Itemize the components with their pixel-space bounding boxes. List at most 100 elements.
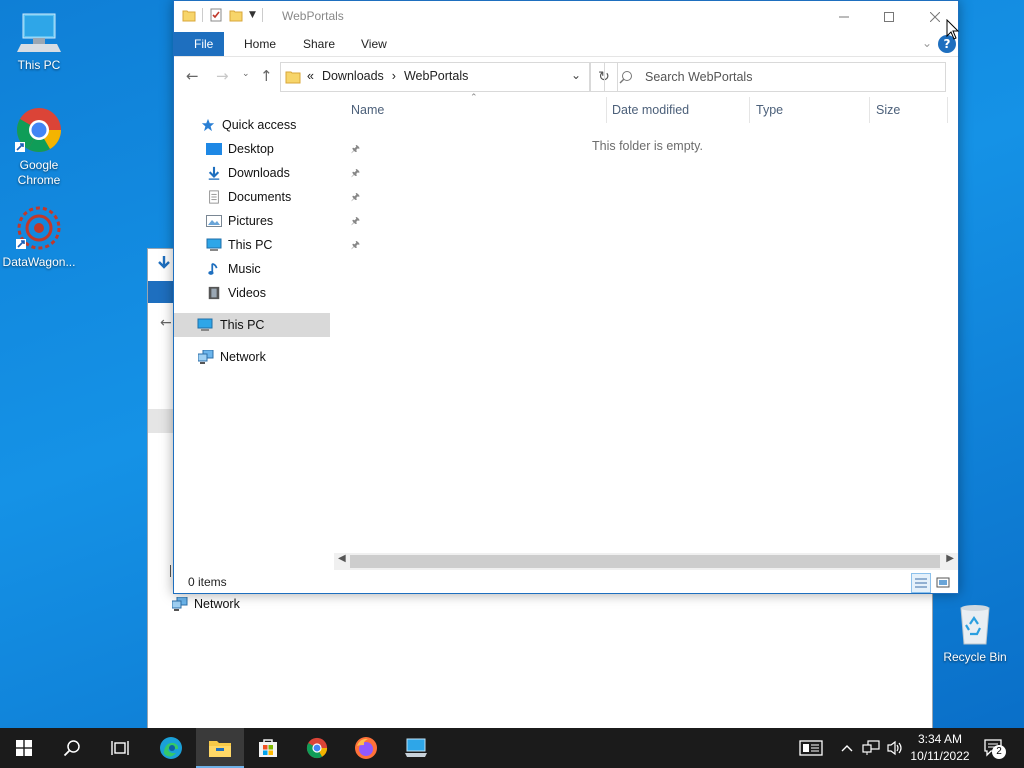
nav-this-pc-pinned[interactable]: This PC 🖈 — [174, 233, 362, 257]
task-view-button[interactable] — [96, 728, 144, 768]
nav-this-pc[interactable]: This PC — [174, 313, 330, 337]
scrollbar-thumb[interactable] — [350, 555, 940, 568]
store-icon — [259, 739, 277, 757]
tray-news-button[interactable] — [797, 728, 825, 768]
desktop-icon-label: Recycle Bin — [943, 650, 1007, 664]
taskbar-file-explorer[interactable] — [196, 728, 244, 768]
taskbar-app[interactable] — [392, 728, 440, 768]
title-bar[interactable]: ▼ WebPortals — [174, 1, 958, 32]
column-divider[interactable] — [606, 97, 607, 123]
sort-ascending-icon: ⌃ — [470, 93, 478, 103]
system-clock[interactable]: 3:34 AM 10/11/2022 — [906, 731, 974, 765]
chevron-up-icon — [841, 745, 853, 752]
volume-button[interactable] — [884, 728, 906, 768]
desktop-icon-recycle-bin[interactable]: Recycle Bin — [935, 602, 1015, 665]
toolbar-separator — [202, 8, 203, 22]
pin-icon[interactable]: 🖈 — [351, 214, 360, 231]
film-icon — [208, 286, 220, 300]
search-box[interactable]: Search WebPortals — [604, 62, 946, 92]
search-button[interactable] — [48, 728, 96, 768]
scroll-right-arrow-icon[interactable]: ▶ — [946, 553, 954, 564]
search-placeholder: Search WebPortals — [645, 70, 753, 84]
tab-home[interactable]: Home — [232, 32, 288, 56]
firefox-icon — [355, 737, 377, 759]
recent-locations-chevron-icon[interactable]: ⌄ — [242, 69, 250, 79]
breadcrumb-webportals[interactable]: WebPortals — [404, 69, 468, 83]
search-icon — [619, 71, 632, 84]
column-date-modified[interactable]: Date modified — [612, 103, 689, 117]
pictures-icon — [206, 215, 222, 227]
large-icons-view-icon — [936, 577, 950, 588]
navigation-pane[interactable]: Quick access Desktop 🖈 Downloads 🖈 Docum… — [174, 97, 360, 557]
scroll-left-arrow-icon[interactable]: ◀ — [338, 553, 346, 564]
tab-share[interactable]: Share — [291, 32, 347, 56]
toolbar-separator — [261, 8, 263, 22]
column-headers: ⌃ Name Date modified Type Size — [344, 93, 948, 125]
tab-view[interactable]: View — [349, 32, 399, 56]
file-explorer-icon — [209, 741, 231, 757]
address-bar[interactable]: « Downloads › WebPortals ⌄ — [280, 62, 590, 92]
wired-network-icon — [862, 740, 880, 755]
background-back-arrow-icon[interactable]: ← — [160, 315, 172, 331]
maximize-button[interactable] — [866, 1, 912, 32]
column-size[interactable]: Size — [876, 103, 900, 117]
nav-quick-access[interactable]: Quick access — [174, 113, 356, 137]
nav-documents[interactable]: Documents 🖈 — [174, 185, 362, 209]
nav-network[interactable]: Network — [174, 345, 354, 369]
desktop-icon-datawagon[interactable]: DataWagon... — [0, 205, 79, 270]
pin-icon[interactable]: 🖈 — [351, 238, 360, 255]
action-center-button[interactable]: 2 — [978, 728, 1010, 768]
new-folder-icon[interactable] — [229, 8, 243, 22]
minimize-button[interactable] — [821, 1, 867, 32]
details-view-icon — [915, 578, 927, 588]
show-hidden-icons-button[interactable] — [838, 728, 856, 768]
nav-pictures[interactable]: Pictures 🖈 — [174, 209, 362, 233]
column-divider[interactable] — [947, 97, 948, 123]
explorer-window[interactable]: ▼ WebPortals File Home Share View ⌄ ? ← — [173, 0, 959, 594]
background-nav-network[interactable]: Network — [172, 597, 240, 611]
up-button[interactable]: ↑ — [260, 67, 273, 85]
large-icons-view-button[interactable] — [933, 573, 953, 593]
nav-desktop[interactable]: Desktop 🖈 — [174, 137, 362, 161]
minimize-icon — [839, 16, 849, 17]
customize-toolbar-dropdown-icon[interactable]: ▼ — [249, 10, 256, 20]
clock-date: 10/11/2022 — [910, 749, 970, 763]
nav-videos[interactable]: Videos — [174, 281, 362, 305]
details-view-button[interactable] — [911, 573, 931, 593]
desktop-icon-this-pc[interactable]: This PC — [0, 10, 79, 73]
address-dropdown-chevron-icon[interactable]: ⌄ — [571, 68, 581, 82]
download-arrow-icon — [208, 166, 220, 180]
desktop: This PC Google Chrome DataWagon... Recyc… — [0, 0, 1024, 730]
expand-ribbon-chevron-icon[interactable]: ⌄ — [922, 36, 932, 50]
network-status-button[interactable] — [860, 728, 882, 768]
pin-icon[interactable]: 🖈 — [351, 142, 360, 159]
item-count: 0 items — [188, 575, 227, 589]
background-ribbon-file-tab[interactable] — [148, 281, 174, 303]
column-divider[interactable] — [869, 97, 870, 123]
column-divider[interactable] — [749, 97, 750, 123]
forward-button[interactable]: → — [216, 67, 229, 85]
column-name[interactable]: Name — [351, 103, 384, 117]
taskbar-firefox[interactable] — [342, 728, 390, 768]
taskbar-edge[interactable] — [147, 728, 195, 768]
news-icon — [799, 740, 823, 756]
back-button[interactable]: ← — [186, 67, 199, 85]
pin-icon[interactable]: 🖈 — [351, 166, 360, 183]
tab-file[interactable]: File — [174, 32, 224, 56]
nav-downloads[interactable]: Downloads 🖈 — [174, 161, 362, 185]
breadcrumb-downloads[interactable]: Downloads — [322, 69, 384, 83]
taskbar-store[interactable] — [244, 728, 292, 768]
windows-logo-icon — [16, 740, 32, 756]
desktop-icon — [206, 143, 222, 155]
taskbar-chrome[interactable] — [293, 728, 341, 768]
horizontal-scrollbar[interactable]: ◀ ▶ — [334, 553, 958, 570]
column-type[interactable]: Type — [756, 103, 783, 117]
address-overflow[interactable]: « — [307, 69, 314, 83]
desktop-icon-google-chrome[interactable]: Google Chrome — [0, 106, 79, 188]
nav-music[interactable]: Music — [174, 257, 362, 281]
pin-icon[interactable]: 🖈 — [351, 190, 360, 207]
network-icon — [198, 350, 214, 364]
properties-icon[interactable] — [209, 8, 223, 22]
breadcrumb-separator[interactable]: › — [392, 69, 396, 83]
start-button[interactable] — [0, 728, 48, 768]
